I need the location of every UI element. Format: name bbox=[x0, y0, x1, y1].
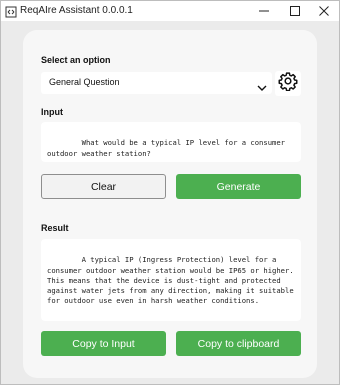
minimize-button[interactable] bbox=[249, 1, 279, 21]
result-label: Result bbox=[41, 223, 69, 233]
generate-button-label: Generate bbox=[216, 180, 261, 193]
minimize-icon bbox=[259, 6, 269, 16]
generate-button[interactable]: Generate bbox=[176, 174, 301, 199]
result-textarea[interactable]: A typical IP (Ingress Protection) level … bbox=[41, 239, 301, 321]
maximize-button[interactable] bbox=[280, 1, 310, 21]
close-icon bbox=[319, 6, 329, 16]
clear-button-label: Clear bbox=[90, 180, 117, 193]
close-button[interactable] bbox=[309, 1, 339, 21]
copy-to-input-label: Copy to Input bbox=[72, 337, 135, 350]
option-select[interactable]: General Question bbox=[41, 72, 272, 94]
option-select-value: General Question bbox=[49, 77, 120, 87]
chevron-down-icon bbox=[257, 79, 267, 91]
input-label: Input bbox=[41, 107, 63, 117]
input-text: What would be a typical IP level for a c… bbox=[47, 138, 290, 158]
app-window: ReqAIre Assistant 0.0.0.1 Select an opti… bbox=[0, 0, 340, 385]
resize-grip-icon[interactable] bbox=[292, 312, 299, 319]
resize-grip-icon[interactable] bbox=[292, 153, 299, 160]
gear-icon bbox=[278, 71, 298, 96]
client-area: Select an option General Question Input … bbox=[1, 21, 339, 384]
copy-to-clipboard-label: Copy to clipboard bbox=[197, 337, 280, 350]
window-title: ReqAIre Assistant 0.0.0.1 bbox=[20, 5, 133, 16]
maximize-icon bbox=[290, 6, 300, 16]
input-textarea[interactable]: What would be a typical IP level for a c… bbox=[41, 122, 301, 162]
copy-to-clipboard-button[interactable]: Copy to clipboard bbox=[176, 331, 301, 356]
result-text: A typical IP (Ingress Protection) level … bbox=[47, 255, 298, 306]
clear-button[interactable]: Clear bbox=[41, 174, 166, 199]
main-card: Select an option General Question Input … bbox=[23, 30, 317, 378]
select-option-label: Select an option bbox=[41, 55, 111, 65]
app-logo-icon bbox=[5, 5, 17, 18]
copy-to-input-button[interactable]: Copy to Input bbox=[41, 331, 166, 356]
title-bar[interactable]: ReqAIre Assistant 0.0.0.1 bbox=[1, 1, 339, 21]
settings-button[interactable] bbox=[275, 71, 301, 96]
